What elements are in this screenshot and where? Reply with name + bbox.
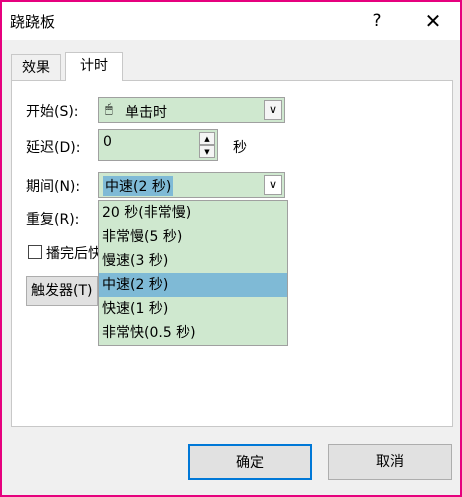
dropdown-option[interactable]: 非常快(0.5 秒) (99, 321, 287, 345)
tab-effect[interactable]: 效果 (11, 54, 61, 81)
delay-value: 0 (103, 134, 112, 150)
cancel-button[interactable]: 取消 (328, 444, 452, 480)
help-button[interactable]: ? (364, 8, 390, 34)
dialog-window: 跷跷板 ? ✕ 效果 计时 开始(S): 🖱 单击时 ∨ 延迟(D): 0 ▲ … (0, 0, 462, 497)
close-button[interactable]: ✕ (420, 8, 446, 34)
chevron-down-icon[interactable]: ∨ (264, 100, 282, 120)
dialog-title: 跷跷板 (10, 13, 56, 31)
start-combobox[interactable]: 🖱 单击时 ∨ (98, 97, 285, 123)
dropdown-option[interactable]: 慢速(3 秒) (99, 249, 287, 273)
duration-dropdown-list: 20 秒(非常慢) 非常慢(5 秒) 慢速(3 秒) 中速(2 秒) 快速(1 … (98, 200, 288, 346)
tab-timing[interactable]: 计时 (65, 52, 123, 81)
delay-unit: 秒 (233, 140, 247, 156)
spin-down-icon[interactable]: ▼ (199, 145, 215, 158)
start-value: 单击时 (125, 105, 167, 121)
dropdown-option[interactable]: 非常慢(5 秒) (99, 225, 287, 249)
duration-label: 期间(N): (26, 179, 81, 195)
dropdown-option[interactable]: 20 秒(非常慢) (99, 201, 287, 225)
title-bar: 跷跷板 ? ✕ (2, 2, 460, 40)
mouse-icon: 🖱 (105, 102, 113, 117)
trigger-button[interactable]: 触发器(T) (26, 276, 98, 306)
repeat-label: 重复(R): (26, 212, 80, 228)
ok-button[interactable]: 确定 (188, 444, 312, 480)
delay-label: 延迟(D): (26, 140, 81, 156)
dialog-body: 效果 计时 开始(S): 🖱 单击时 ∨ 延迟(D): 0 ▲ ▼ 秒 期间(N… (2, 40, 460, 495)
dropdown-option-selected[interactable]: 中速(2 秒) (99, 273, 287, 297)
rewind-checkbox[interactable] (28, 245, 42, 259)
dropdown-option[interactable]: 快速(1 秒) (99, 297, 287, 321)
duration-combobox[interactable]: 中速(2 秒) ∨ (98, 172, 285, 198)
spin-up-icon[interactable]: ▲ (199, 132, 215, 145)
delay-spinner[interactable]: 0 ▲ ▼ (98, 129, 218, 161)
duration-value: 中速(2 秒) (103, 176, 174, 196)
timing-panel: 开始(S): 🖱 单击时 ∨ 延迟(D): 0 ▲ ▼ 秒 期间(N): 中速(… (11, 80, 453, 427)
start-label: 开始(S): (26, 104, 79, 120)
rewind-label: 播完后快 (46, 246, 102, 262)
chevron-down-icon[interactable]: ∨ (264, 175, 282, 195)
